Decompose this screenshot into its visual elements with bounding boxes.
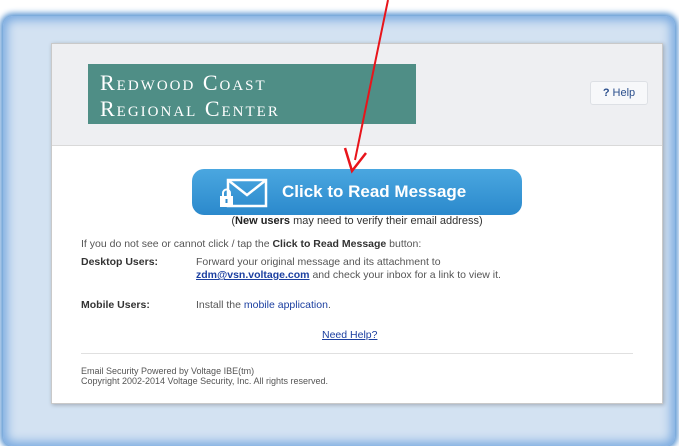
card-header: Redwood Coast Regional Center ? Help	[52, 44, 662, 146]
mobile-end: .	[327, 299, 331, 311]
new-users-note: (New users may need to verify their emai…	[52, 215, 662, 227]
logo-line-1: Redwood Coast	[100, 70, 267, 95]
click-to-read-message-button[interactable]: Click to Read Message	[192, 169, 522, 215]
help-button[interactable]: ? Help	[590, 81, 648, 105]
footer-line-2: Copyright 2002-2014 Voltage Security, In…	[81, 376, 328, 386]
desktop-users-text: Forward your original message and its at…	[196, 256, 636, 282]
logo-line-2: Regional Center	[100, 96, 280, 121]
read-button-label: Click to Read Message	[282, 182, 467, 201]
mobile-text: Install the	[196, 299, 244, 311]
message-card: Redwood Coast Regional Center ? Help Clic…	[51, 43, 663, 404]
help-question-icon: ?	[602, 87, 610, 99]
mobile-users-label: Mobile Users:	[81, 299, 150, 311]
desktop-text-2-row: zdm@vsn.voltage.com and check your inbox…	[196, 269, 636, 282]
instructions-suffix: button:	[386, 238, 422, 250]
footer: Email Security Powered by Voltage IBE(tm…	[81, 366, 328, 386]
envelope-lock-icon	[220, 178, 268, 208]
footer-divider	[81, 353, 633, 354]
mobile-application-link[interactable]: mobile application	[244, 299, 328, 311]
new-users-rest: may need to verify their email address)	[290, 215, 483, 227]
footer-line-1: Email Security Powered by Voltage IBE(tm…	[81, 366, 255, 376]
voltage-email-link[interactable]: zdm@vsn.voltage.com	[196, 269, 310, 281]
desktop-text-1: Forward your original message and its at…	[196, 256, 441, 268]
instructions-line: If you do not see or cannot click / tap …	[81, 238, 421, 250]
redwood-coast-logo: Redwood Coast Regional Center	[88, 64, 416, 124]
help-label: Help	[612, 87, 636, 99]
instructions-prefix: If you do not see or cannot click / tap …	[81, 238, 273, 250]
desktop-text-2: and check your inbox for a link to view …	[309, 269, 501, 281]
desktop-users-label: Desktop Users:	[81, 256, 159, 268]
mobile-users-text: Install the mobile application.	[196, 299, 331, 312]
instructions-bold: Click to Read Message	[272, 238, 387, 250]
new-users-bold: New users	[235, 215, 291, 227]
need-help-link[interactable]: Need Help?	[322, 329, 377, 341]
